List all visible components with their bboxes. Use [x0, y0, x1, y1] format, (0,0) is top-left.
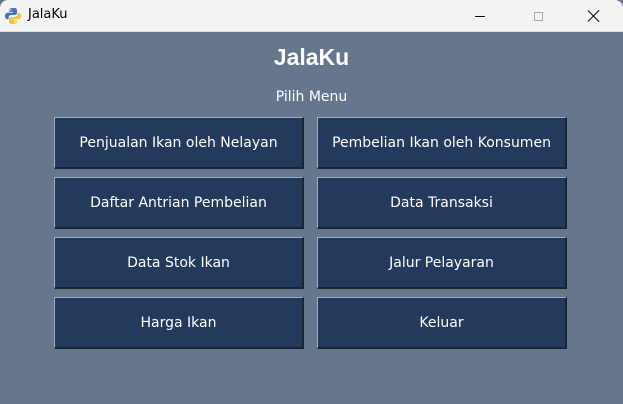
keluar-button[interactable]: Keluar	[317, 297, 567, 349]
close-button[interactable]	[565, 0, 623, 32]
app-window: JalaKu JalaKu Pilih Menu Penjualan Ikan …	[0, 0, 623, 404]
maximize-icon	[533, 11, 543, 21]
harga-ikan-button[interactable]: Harga Ikan	[54, 297, 304, 349]
jalur-pelayaran-button[interactable]: Jalur Pelayaran	[317, 237, 567, 289]
data-transaksi-button[interactable]: Data Transaksi	[317, 177, 567, 229]
maximize-button[interactable]	[509, 0, 567, 32]
close-icon	[588, 10, 600, 22]
daftar-antrian-button[interactable]: Daftar Antrian Pembelian	[54, 177, 304, 229]
window-title: JalaKu	[28, 7, 68, 22]
pembelian-ikan-button[interactable]: Pembelian Ikan oleh Konsumen	[317, 117, 567, 169]
title-bar[interactable]: JalaKu	[0, 0, 623, 32]
minimize-icon	[475, 15, 485, 17]
menu-prompt: Pilih Menu	[275, 89, 348, 105]
python-icon	[4, 7, 22, 25]
minimize-button[interactable]	[451, 0, 509, 32]
data-stok-ikan-button[interactable]: Data Stok Ikan	[54, 237, 304, 289]
penjualan-ikan-button[interactable]: Penjualan Ikan oleh Nelayan	[54, 117, 304, 169]
app-heading: JalaKu	[273, 44, 350, 70]
